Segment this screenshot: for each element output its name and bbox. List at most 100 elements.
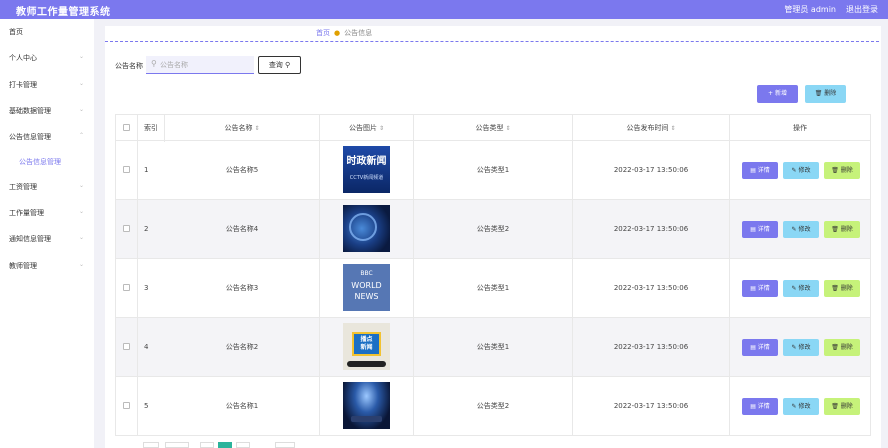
table-row: 4 公告名称2 播点 新闻 公告类型1 2022-03-17 13:50:06 … (115, 318, 871, 377)
header-name[interactable]: 公告名称 ⇕ (165, 115, 320, 142)
row-name: 公告名称5 (165, 141, 320, 200)
sidebar-item-home[interactable]: 首页 (0, 24, 94, 40)
chevron-up-icon: ⌃ (78, 132, 84, 139)
header-time[interactable]: 公告发布时间 ⇕ (573, 115, 730, 142)
chevron-down-icon: ⌄ (78, 80, 84, 87)
search-input[interactable] (160, 58, 250, 71)
row-image-cell (320, 377, 414, 436)
detail-label: 详情 (757, 344, 770, 351)
page-button-current[interactable] (218, 442, 232, 448)
add-button[interactable]: + 新增 (757, 85, 798, 103)
sidebar-item-salary[interactable]: 工资管理 ⌄ (0, 179, 94, 195)
sidebar-item-workload[interactable]: 工作量管理 ⌄ (0, 205, 94, 221)
detail-button[interactable]: ▤ 详情 (742, 280, 778, 297)
delete-button[interactable]: 🗑 删除 (824, 339, 860, 356)
sidebar-item-label: 公告信息管理 (19, 158, 61, 166)
announcement-image[interactable]: BBC WORLD NEWS (343, 264, 390, 311)
detail-button[interactable]: ▤ 详情 (742, 339, 778, 356)
detail-label: 详情 (757, 403, 770, 410)
row-type: 公告类型1 (414, 259, 573, 318)
announcement-image[interactable]: 播点 新闻 (343, 323, 390, 370)
sort-icon[interactable]: ⇕ (505, 125, 510, 132)
edit-button[interactable]: ✎ 修改 (783, 221, 819, 238)
chevron-down-icon: ⌄ (78, 261, 84, 268)
sidebar-item-label: 工作量管理 (9, 209, 44, 217)
delete-button[interactable]: 🗑 删除 (824, 280, 860, 297)
header-name-label: 公告名称 (224, 124, 253, 132)
header-ops: 操作 (793, 124, 807, 132)
detail-label: 详情 (757, 285, 770, 292)
table-row: 3 公告名称3 BBC WORLD NEWS 公告类型1 2022-03-17 … (115, 259, 871, 318)
table-header: 索引 公告名称 ⇕ 公告图片 ⇕ 公告类型 ⇕ 公告发布时间 ⇕ 操作 (115, 114, 871, 142)
breadcrumb-home[interactable]: 首页 (316, 29, 330, 37)
add-button-label: 新增 (774, 90, 787, 97)
header-type[interactable]: 公告类型 ⇕ (414, 115, 573, 142)
delete-button[interactable]: 🗑 删除 (824, 398, 860, 415)
sort-icon[interactable]: ⇕ (254, 125, 259, 132)
sidebar-subitem-announcements[interactable]: 公告信息管理 (0, 154, 94, 170)
detail-button[interactable]: ▤ 详情 (742, 398, 778, 415)
detail-label: 详情 (757, 167, 770, 174)
edit-label: 修改 (798, 403, 811, 410)
sidebar-item-announcements[interactable]: 公告信息管理 ⌃ (0, 129, 94, 145)
announcement-image[interactable] (343, 205, 390, 252)
row-time: 2022-03-17 13:50:06 (573, 259, 730, 318)
document-icon: ▤ (750, 167, 758, 174)
row-type: 公告类型2 (414, 200, 573, 259)
image-caption: 时政新闻 (346, 156, 387, 167)
sort-icon[interactable]: ⇕ (379, 125, 384, 132)
header-type-label: 公告类型 (475, 124, 504, 132)
delete-button-label: 删除 (824, 90, 837, 97)
sidebar-item-label: 工资管理 (9, 183, 37, 191)
divider (105, 41, 879, 42)
row-time: 2022-03-17 13:50:06 (573, 318, 730, 377)
sidebar-item-profile[interactable]: 个人中心 ⌄ (0, 50, 94, 66)
row-image-cell: BBC WORLD NEWS (320, 259, 414, 318)
search-icon: ⚲ (151, 59, 157, 68)
row-image-cell: 播点 新闻 (320, 318, 414, 377)
row-type: 公告类型1 (414, 141, 573, 200)
header-index: 索引 (138, 115, 165, 142)
detail-label: 详情 (757, 226, 770, 233)
delete-button[interactable]: 🗑 删除 (824, 162, 860, 179)
detail-button[interactable]: ▤ 详情 (742, 162, 778, 179)
chevron-down-icon: ⌄ (78, 208, 84, 215)
edit-button[interactable]: ✎ 修改 (783, 280, 819, 297)
edit-button[interactable]: ✎ 修改 (783, 398, 819, 415)
trash-icon: 🗑 (831, 344, 841, 351)
image-subcaption: CCTV新闻频道 (349, 175, 384, 181)
sidebar-item-teachers[interactable]: 教师管理 ⌄ (0, 258, 94, 274)
user-label[interactable]: 管理员 admin (784, 4, 836, 15)
header-select-all[interactable] (116, 115, 138, 142)
page-size-select[interactable] (143, 442, 159, 448)
jump-page-input[interactable] (275, 442, 295, 448)
sidebar-item-checkin[interactable]: 打卡管理 ⌄ (0, 77, 94, 93)
next-page-button[interactable] (236, 442, 250, 448)
search-label: 公告名称 (115, 62, 143, 70)
sidebar-item-basic-data[interactable]: 基础数据管理 ⌄ (0, 103, 94, 119)
search-field[interactable]: ⚲ (146, 56, 254, 74)
header-image[interactable]: 公告图片 ⇕ (320, 115, 414, 142)
sort-icon[interactable]: ⇕ (670, 125, 675, 132)
top-bar: 教师工作量管理系统 管理员 admin 退出登录 (0, 0, 888, 19)
chevron-down-icon: ⌄ (78, 182, 84, 189)
chevron-down-icon: ⌄ (78, 106, 84, 113)
batch-delete-button[interactable]: 🗑 删除 (805, 85, 846, 103)
page-size-select[interactable] (165, 442, 189, 448)
row-name: 公告名称4 (165, 200, 320, 259)
announcement-image[interactable]: 时政新闻 CCTV新闻频道 (343, 146, 390, 193)
announcement-image[interactable] (343, 382, 390, 429)
logout-button[interactable]: 退出登录 (846, 4, 878, 15)
image-emblem: 播点 新闻 (352, 332, 381, 356)
globe-icon (349, 213, 377, 241)
select-all-checkbox[interactable] (123, 124, 130, 131)
sidebar-item-notifications[interactable]: 通知信息管理 ⌄ (0, 231, 94, 247)
query-button[interactable]: 查询 ⚲ (258, 56, 301, 74)
breadcrumb-current: 公告信息 (344, 29, 373, 37)
document-icon: ▤ (750, 403, 758, 410)
edit-button[interactable]: ✎ 修改 (783, 162, 819, 179)
detail-button[interactable]: ▤ 详情 (742, 221, 778, 238)
delete-button[interactable]: 🗑 删除 (824, 221, 860, 238)
edit-button[interactable]: ✎ 修改 (783, 339, 819, 356)
prev-page-button[interactable] (200, 442, 214, 448)
